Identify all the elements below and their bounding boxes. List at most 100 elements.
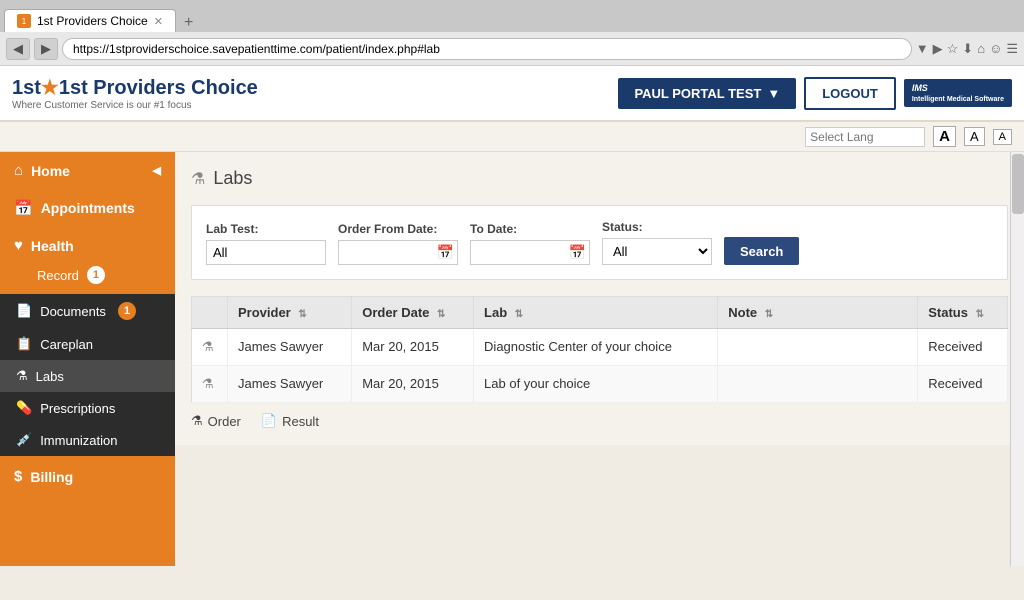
- health-record-icon: ♥: [14, 237, 23, 254]
- toolbar: A A A: [0, 122, 1024, 152]
- lab-test-input[interactable]: [206, 240, 326, 265]
- tab-close-btn[interactable]: ✕: [154, 15, 163, 28]
- profile-icon[interactable]: ☺: [989, 41, 1002, 56]
- new-tab-btn[interactable]: +: [180, 14, 197, 32]
- ims-sub: Intelligent Medical Software: [912, 96, 1004, 103]
- sidebar-item-health-record[interactable]: ♥ Health: [0, 227, 175, 264]
- sidebar-item-immunization[interactable]: 💉 Immunization: [0, 424, 175, 456]
- font-decrease-btn[interactable]: A: [993, 129, 1012, 145]
- order-date-sort-icon[interactable]: ⇅: [437, 309, 445, 320]
- sidebar-item-prescriptions[interactable]: 💊 Prescriptions: [0, 392, 175, 424]
- tab-title: 1st Providers Choice: [37, 14, 148, 28]
- sidebar-item-appointments[interactable]: 📅 Appointments: [0, 189, 175, 227]
- sidebar-item-labs[interactable]: ⚗ Labs: [0, 360, 175, 392]
- labs-icon: ⚗: [16, 368, 28, 384]
- sidebar-item-documents[interactable]: 📄 Documents 1: [0, 294, 175, 328]
- careplan-label: Careplan: [40, 337, 93, 352]
- to-date-label: To Date:: [470, 222, 590, 236]
- home-icon[interactable]: ⌂: [977, 41, 985, 56]
- order-from-calendar-icon[interactable]: 📅: [437, 244, 454, 261]
- sidebar-item-careplan[interactable]: 📋 Careplan: [0, 328, 175, 360]
- health-record-label2: Record: [37, 268, 79, 283]
- main-layout: ⌂ Home ◀ 📅 Appointments ♥ Health Record …: [0, 152, 1024, 566]
- bookmark-icon[interactable]: ☆: [947, 41, 959, 57]
- dropdown-icon[interactable]: ▼: [916, 41, 929, 56]
- status-select[interactable]: All: [602, 238, 712, 265]
- portal-test-btn[interactable]: PAUL PORTAL TEST ▼: [618, 78, 796, 109]
- search-btn[interactable]: Search: [724, 237, 799, 265]
- content: ⚗ Labs Lab Test: Order From Date: 📅: [175, 152, 1024, 445]
- logo-star: ★: [41, 77, 59, 99]
- result-link-icon: 📄: [261, 413, 277, 429]
- font-normal-btn[interactable]: A: [964, 127, 985, 146]
- home-sidebar-icon: ⌂: [14, 162, 23, 179]
- sidebar-item-billing[interactable]: $ Billing: [0, 458, 175, 495]
- status-sort-icon[interactable]: ⇅: [976, 309, 984, 320]
- scrollbar-thumb[interactable]: [1012, 154, 1024, 214]
- row-icon-cell: ⚗: [192, 366, 228, 403]
- labs-label: Labs: [36, 369, 64, 384]
- order-link-label: Order: [208, 414, 241, 429]
- row-status: Received: [918, 366, 1008, 403]
- to-date-wrapper: 📅: [470, 240, 590, 265]
- provider-sort-icon[interactable]: ⇅: [298, 309, 306, 320]
- health-record-row2[interactable]: Record 1: [0, 264, 175, 294]
- table-row: ⚗ James Sawyer Mar 20, 2015 Lab of your …: [192, 366, 1008, 403]
- status-group: Status: All: [602, 220, 712, 265]
- col-status: Status ⇅: [918, 297, 1008, 329]
- sidebar-item-home[interactable]: ⌂ Home ◀: [0, 152, 175, 189]
- row-order-date: Mar 20, 2015: [352, 366, 474, 403]
- lab-test-group: Lab Test:: [206, 222, 326, 265]
- sidebar: ⌂ Home ◀ 📅 Appointments ♥ Health Record …: [0, 152, 175, 566]
- tab-favicon: 1: [17, 14, 31, 28]
- row-lab: Lab of your choice: [474, 366, 718, 403]
- logout-btn[interactable]: LOGOUT: [804, 77, 896, 110]
- health-record-group: 📄 Documents 1 📋 Careplan ⚗ Labs 💊 Prescr…: [0, 294, 175, 456]
- result-link[interactable]: 📄 Result: [261, 413, 319, 429]
- row-note: [718, 366, 918, 403]
- menu-icon[interactable]: ☰: [1006, 41, 1018, 57]
- header-right: PAUL PORTAL TEST ▼ LOGOUT IMS Intelligen…: [618, 77, 1012, 110]
- col-lab: Lab ⇅: [474, 297, 718, 329]
- prescriptions-label: Prescriptions: [40, 401, 115, 416]
- documents-icon: 📄: [16, 303, 32, 319]
- order-link[interactable]: ⚗ Order: [191, 413, 241, 429]
- row-icon-cell: ⚗: [192, 329, 228, 366]
- back-btn[interactable]: ◀: [6, 38, 30, 60]
- table-row: ⚗ James Sawyer Mar 20, 2015 Diagnostic C…: [192, 329, 1008, 366]
- to-date-group: To Date: 📅: [470, 222, 590, 265]
- lab-sort-icon[interactable]: ⇅: [515, 309, 523, 320]
- language-select[interactable]: [805, 127, 925, 147]
- lab-test-label: Lab Test:: [206, 222, 326, 236]
- logo-text-2: 1st Providers Choice: [59, 77, 258, 99]
- font-increase-btn[interactable]: A: [933, 126, 956, 147]
- row-status: Received: [918, 329, 1008, 366]
- health-record-badge: 1: [87, 266, 105, 284]
- documents-label: Documents: [40, 304, 106, 319]
- page-header: ⚗ Labs: [191, 168, 1008, 189]
- col-icon: [192, 297, 228, 329]
- labs-title-icon: ⚗: [191, 169, 205, 189]
- scrollbar-track: [1010, 152, 1024, 566]
- url-bar[interactable]: [62, 38, 912, 60]
- row-lab: Diagnostic Center of your choice: [474, 329, 718, 366]
- health-record-label: Health: [31, 238, 74, 254]
- note-sort-icon[interactable]: ⇅: [765, 309, 773, 320]
- col-provider: Provider ⇅: [228, 297, 352, 329]
- row-provider: James Sawyer: [228, 329, 352, 366]
- col-note: Note ⇅: [718, 297, 918, 329]
- row-provider: James Sawyer: [228, 366, 352, 403]
- row-order-date: Mar 20, 2015: [352, 329, 474, 366]
- row-flask-icon: ⚗: [202, 376, 214, 391]
- go-icon[interactable]: ▶: [933, 41, 943, 57]
- labs-table: Provider ⇅ Order Date ⇅ Lab ⇅ Note ⇅ Sta…: [191, 296, 1008, 403]
- forward-btn[interactable]: ▶: [34, 38, 58, 60]
- app-header: 1st★1st Providers Choice Where Customer …: [0, 66, 1024, 122]
- col-order-date: Order Date ⇅: [352, 297, 474, 329]
- appointments-icon: 📅: [14, 199, 33, 217]
- download-icon[interactable]: ⬇: [962, 41, 973, 57]
- active-tab[interactable]: 1 1st Providers Choice ✕: [4, 9, 176, 32]
- to-date-calendar-icon[interactable]: 📅: [569, 244, 586, 261]
- logo-text-1: 1st: [12, 77, 41, 99]
- home-label: Home: [31, 163, 70, 179]
